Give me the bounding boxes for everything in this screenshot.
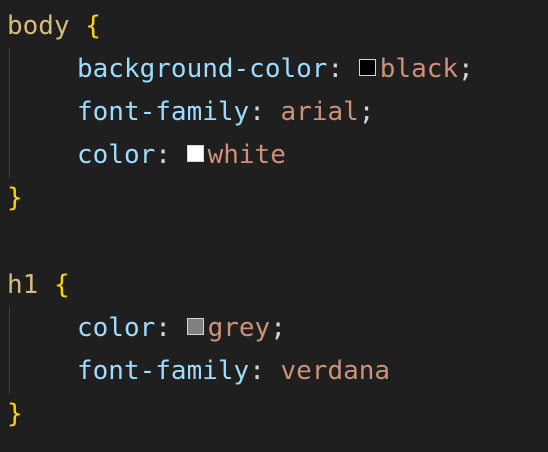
- colon: :: [155, 313, 171, 343]
- semicolon: ;: [458, 54, 474, 84]
- color-swatch-icon[interactable]: [186, 318, 204, 335]
- close-brace: }: [7, 183, 23, 213]
- code-line-declaration[interactable]: background-color: black;: [7, 48, 474, 91]
- css-property: font-family: [77, 97, 250, 127]
- code-line-selector-body[interactable]: body {: [7, 5, 101, 48]
- css-property: color: [77, 140, 156, 170]
- code-line-declaration[interactable]: color: white: [7, 134, 286, 177]
- color-swatch-icon[interactable]: [358, 59, 376, 76]
- colon: :: [249, 356, 265, 386]
- css-property: font-family: [77, 356, 250, 386]
- css-selector: h1: [7, 270, 39, 300]
- css-value: grey: [207, 313, 271, 343]
- color-swatch-icon[interactable]: [186, 145, 204, 162]
- semicolon: ;: [270, 313, 286, 343]
- code-line-close-h1[interactable]: }: [7, 393, 23, 436]
- colon: :: [327, 54, 344, 84]
- colon: :: [249, 97, 265, 127]
- colon: :: [155, 140, 171, 170]
- semicolon: ;: [358, 97, 375, 127]
- css-value: arial: [280, 97, 359, 127]
- code-line-declaration[interactable]: font-family: arial;: [7, 91, 374, 134]
- code-line-selector-h1[interactable]: h1 {: [7, 264, 70, 307]
- code-line-close-body[interactable]: }: [7, 177, 23, 220]
- css-value: white: [207, 140, 286, 170]
- open-brace: {: [85, 11, 101, 41]
- close-brace: }: [7, 399, 23, 429]
- css-property: color: [77, 313, 156, 343]
- code-line-declaration[interactable]: color: grey;: [7, 307, 286, 350]
- css-value: black: [379, 54, 459, 84]
- code-editor[interactable]: body { background-color: black; font-fam…: [0, 0, 548, 452]
- css-value: verdana: [280, 356, 391, 386]
- css-selector: body: [7, 11, 70, 41]
- code-line-declaration[interactable]: font-family: verdana: [7, 350, 390, 393]
- css-property: background-color: [77, 54, 328, 84]
- open-brace: {: [53, 270, 70, 300]
